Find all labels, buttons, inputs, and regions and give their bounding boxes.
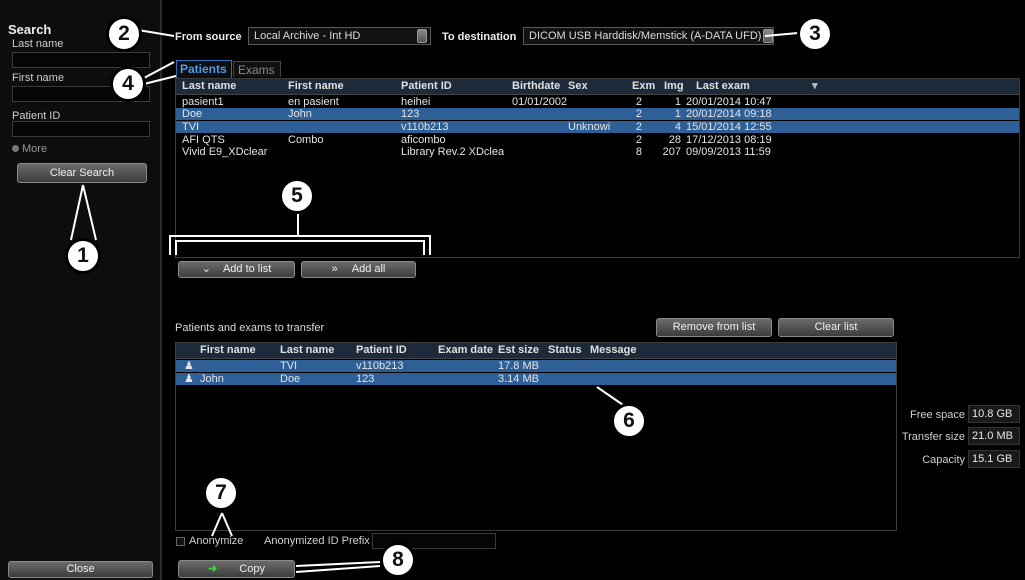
callout-3: 3 [797, 16, 833, 52]
callout-7: 7 [203, 475, 239, 511]
callout-4: 4 [110, 66, 146, 102]
callout-1: 1 [65, 238, 101, 274]
callout-8: 8 [380, 542, 416, 578]
transfer-dialog: Search Last name First name Patient ID M… [0, 0, 1025, 580]
callout-lines [70, 29, 799, 573]
callout-6: 6 [611, 403, 647, 439]
callout-2: 2 [106, 16, 142, 52]
callout-5: 5 [279, 178, 315, 214]
